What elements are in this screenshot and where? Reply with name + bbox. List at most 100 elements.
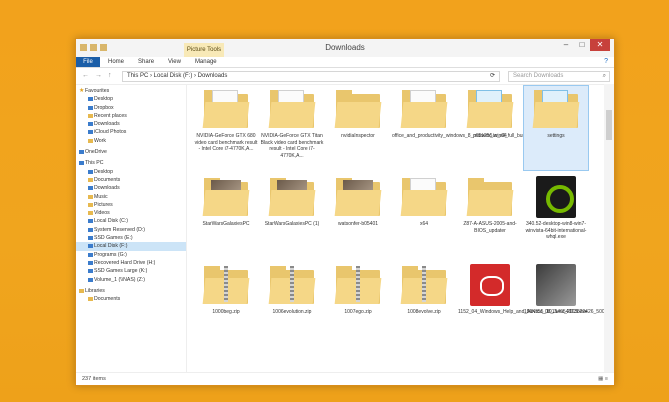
file-tab[interactable]: File (76, 57, 100, 67)
tab-home[interactable]: Home (108, 59, 124, 65)
navigation-pane[interactable]: ★ Favourites Desktop Dropbox Recent place… (76, 84, 187, 373)
sidebar-item-drive-d[interactable]: System Reserved (D:) (76, 226, 186, 234)
sidebar-item-drive-e[interactable]: SSD Games (E:) (76, 234, 186, 242)
vertical-scrollbar[interactable] (604, 84, 614, 373)
file-name: NVIDIA-GeForce GTX 680 video card benchm… (194, 133, 258, 152)
sidebar-item-pc-desktop[interactable]: Desktop (76, 168, 186, 176)
sidebar-item-icloud[interactable]: iCloud Photos (76, 128, 186, 136)
search-input[interactable]: Search Downloads ⌕ (508, 71, 610, 82)
help-icon[interactable]: ? (604, 58, 608, 65)
file-item[interactable]: x64 (392, 174, 456, 258)
file-name: x64 (419, 221, 429, 227)
file-item[interactable]: StarWarsGalaxiesPC (1) (260, 174, 324, 258)
folder-icon (400, 176, 448, 218)
tab-share[interactable]: Share (138, 59, 154, 65)
folder-icon (466, 176, 514, 218)
downloads-icon (88, 122, 93, 127)
file-item[interactable]: NVIDIA-GeForce GTX 680 video card benchm… (194, 86, 258, 170)
app-icon (466, 264, 514, 306)
status-bar: 237 items ▦ ≡ (76, 372, 614, 385)
image-icon (532, 264, 580, 306)
maximize-button[interactable]: □ (574, 39, 590, 51)
sidebar-thispc[interactable]: This PC (76, 159, 186, 167)
file-item[interactable]: watsonfer-b05401 (326, 174, 390, 258)
sidebar-item-drive-c[interactable]: Local Disk (C:) (76, 217, 186, 225)
sidebar-item-documents[interactable]: Documents (76, 176, 186, 184)
sidebar-item-downloads[interactable]: Downloads (76, 120, 186, 128)
folder-icon (268, 176, 316, 218)
breadcrumb[interactable]: This PC › Local Disk (F:) › Downloads (127, 73, 227, 79)
sidebar-item-drive-g[interactable]: Programs (G:) (76, 251, 186, 259)
file-name: settings (547, 133, 565, 139)
file-name: 1006evolution.zip (272, 309, 312, 315)
icloud-icon (88, 130, 93, 135)
sidebar-item-drive-z[interactable]: Volume_1 (\\NAS) (Z:) (76, 276, 186, 284)
desktop-icon (88, 169, 93, 174)
folder-icon (400, 88, 448, 130)
sidebar-item-videos[interactable]: Videos (76, 209, 186, 217)
documents-icon (88, 297, 93, 302)
file-item[interactable]: StarWarsGalaxiesPC (194, 174, 258, 258)
back-icon[interactable]: ← (82, 72, 89, 79)
file-item[interactable]: 1008evolve.zip (392, 262, 456, 346)
star-icon: ★ (79, 88, 85, 94)
computer-icon (79, 161, 84, 166)
file-item[interactable]: NVIDIA-GeForce GTX Titan Black video car… (260, 86, 324, 170)
file-item[interactable]: 340.52-desktop-win8-win7-winvista-64bit-… (524, 174, 588, 258)
sidebar-item-lib-documents[interactable]: Documents (76, 295, 186, 303)
file-item[interactable]: nvidiaInspector (326, 86, 390, 170)
address-bar[interactable]: This PC › Local Disk (F:) › Downloads ⟳ (122, 71, 500, 82)
file-item[interactable]: 1152_04_Windows_Help_and_Advice_08_June_… (458, 262, 587, 346)
scrollbar-thumb[interactable] (606, 110, 612, 140)
sidebar-item-music[interactable]: Music (76, 193, 186, 201)
file-item[interactable]: settings (523, 85, 589, 171)
up-icon[interactable]: ↑ (108, 72, 112, 79)
file-item[interactable]: Z87-A-ASUS-2005-and-BIOS_updater (458, 174, 522, 258)
tab-manage[interactable]: Manage (195, 59, 217, 65)
window-title: Downloads (325, 43, 365, 52)
tab-view[interactable]: View (168, 59, 181, 65)
drive-icon (88, 269, 93, 274)
downloads-icon (88, 186, 93, 191)
zip-icon (400, 264, 448, 306)
file-item[interactable]: office_and_productivity_windows_8_modern… (392, 86, 568, 170)
documents-icon (88, 177, 93, 182)
close-button[interactable]: ✕ (590, 39, 610, 51)
library-icon (79, 288, 84, 293)
sidebar-item-desktop[interactable]: Desktop (76, 95, 186, 103)
sidebar-item-drive-f[interactable]: Local Disk (F:) (76, 242, 186, 251)
sidebar-item-pc-downloads[interactable]: Downloads (76, 184, 186, 192)
nvidia-installer-icon (532, 176, 580, 218)
view-toggle-icons[interactable]: ▦ ≡ (598, 373, 608, 385)
sidebar-item-drive-h[interactable]: Recovered Hard Drive (H:) (76, 259, 186, 267)
drive-icon (88, 252, 93, 257)
folder-icon (466, 88, 514, 130)
sidebar-onedrive[interactable]: OneDrive (76, 148, 186, 156)
file-item[interactable]: 1007ego.zip (326, 262, 390, 346)
refresh-icon[interactable]: ⟳ (490, 72, 495, 81)
sidebar-libraries[interactable]: Libraries (76, 287, 186, 295)
ribbon: File Home Share View Manage ? (76, 57, 614, 68)
sidebar-favourites[interactable]: ★ Favourites (76, 87, 186, 95)
file-item[interactable]: 1000beg.zip (194, 262, 258, 346)
minimize-button[interactable]: – (558, 39, 574, 51)
sidebar-item-dropbox[interactable]: Dropbox (76, 104, 186, 112)
file-item[interactable]: 1564355_10154654013820426_50029829695655… (524, 262, 614, 346)
sidebar-item-drive-k[interactable]: SSD Games Large (K:) (76, 267, 186, 275)
title-bar: Picture Tools Downloads – □ ✕ (76, 39, 614, 57)
file-grid[interactable]: NVIDIA-GeForce GTX 680 video card benchm… (194, 84, 614, 373)
sidebar-item-recent[interactable]: Recent places (76, 112, 186, 120)
file-item[interactable]: p85v255.win64 (458, 86, 522, 170)
drive-icon (88, 236, 93, 241)
folder-icon (202, 176, 250, 218)
file-name: StarWarsGalaxiesPC (1) (264, 221, 320, 227)
file-name: 1008evolve.zip (407, 309, 441, 315)
item-count: 237 items (82, 376, 106, 382)
file-item[interactable]: 1006evolution.zip (260, 262, 324, 346)
file-name: watsonfer-b05401 (337, 221, 379, 227)
sidebar-item-pictures[interactable]: Pictures (76, 201, 186, 209)
forward-icon[interactable]: → (95, 72, 102, 79)
drive-icon (88, 227, 93, 232)
sidebar-item-work[interactable]: Work (76, 137, 186, 145)
zip-icon (202, 264, 250, 306)
